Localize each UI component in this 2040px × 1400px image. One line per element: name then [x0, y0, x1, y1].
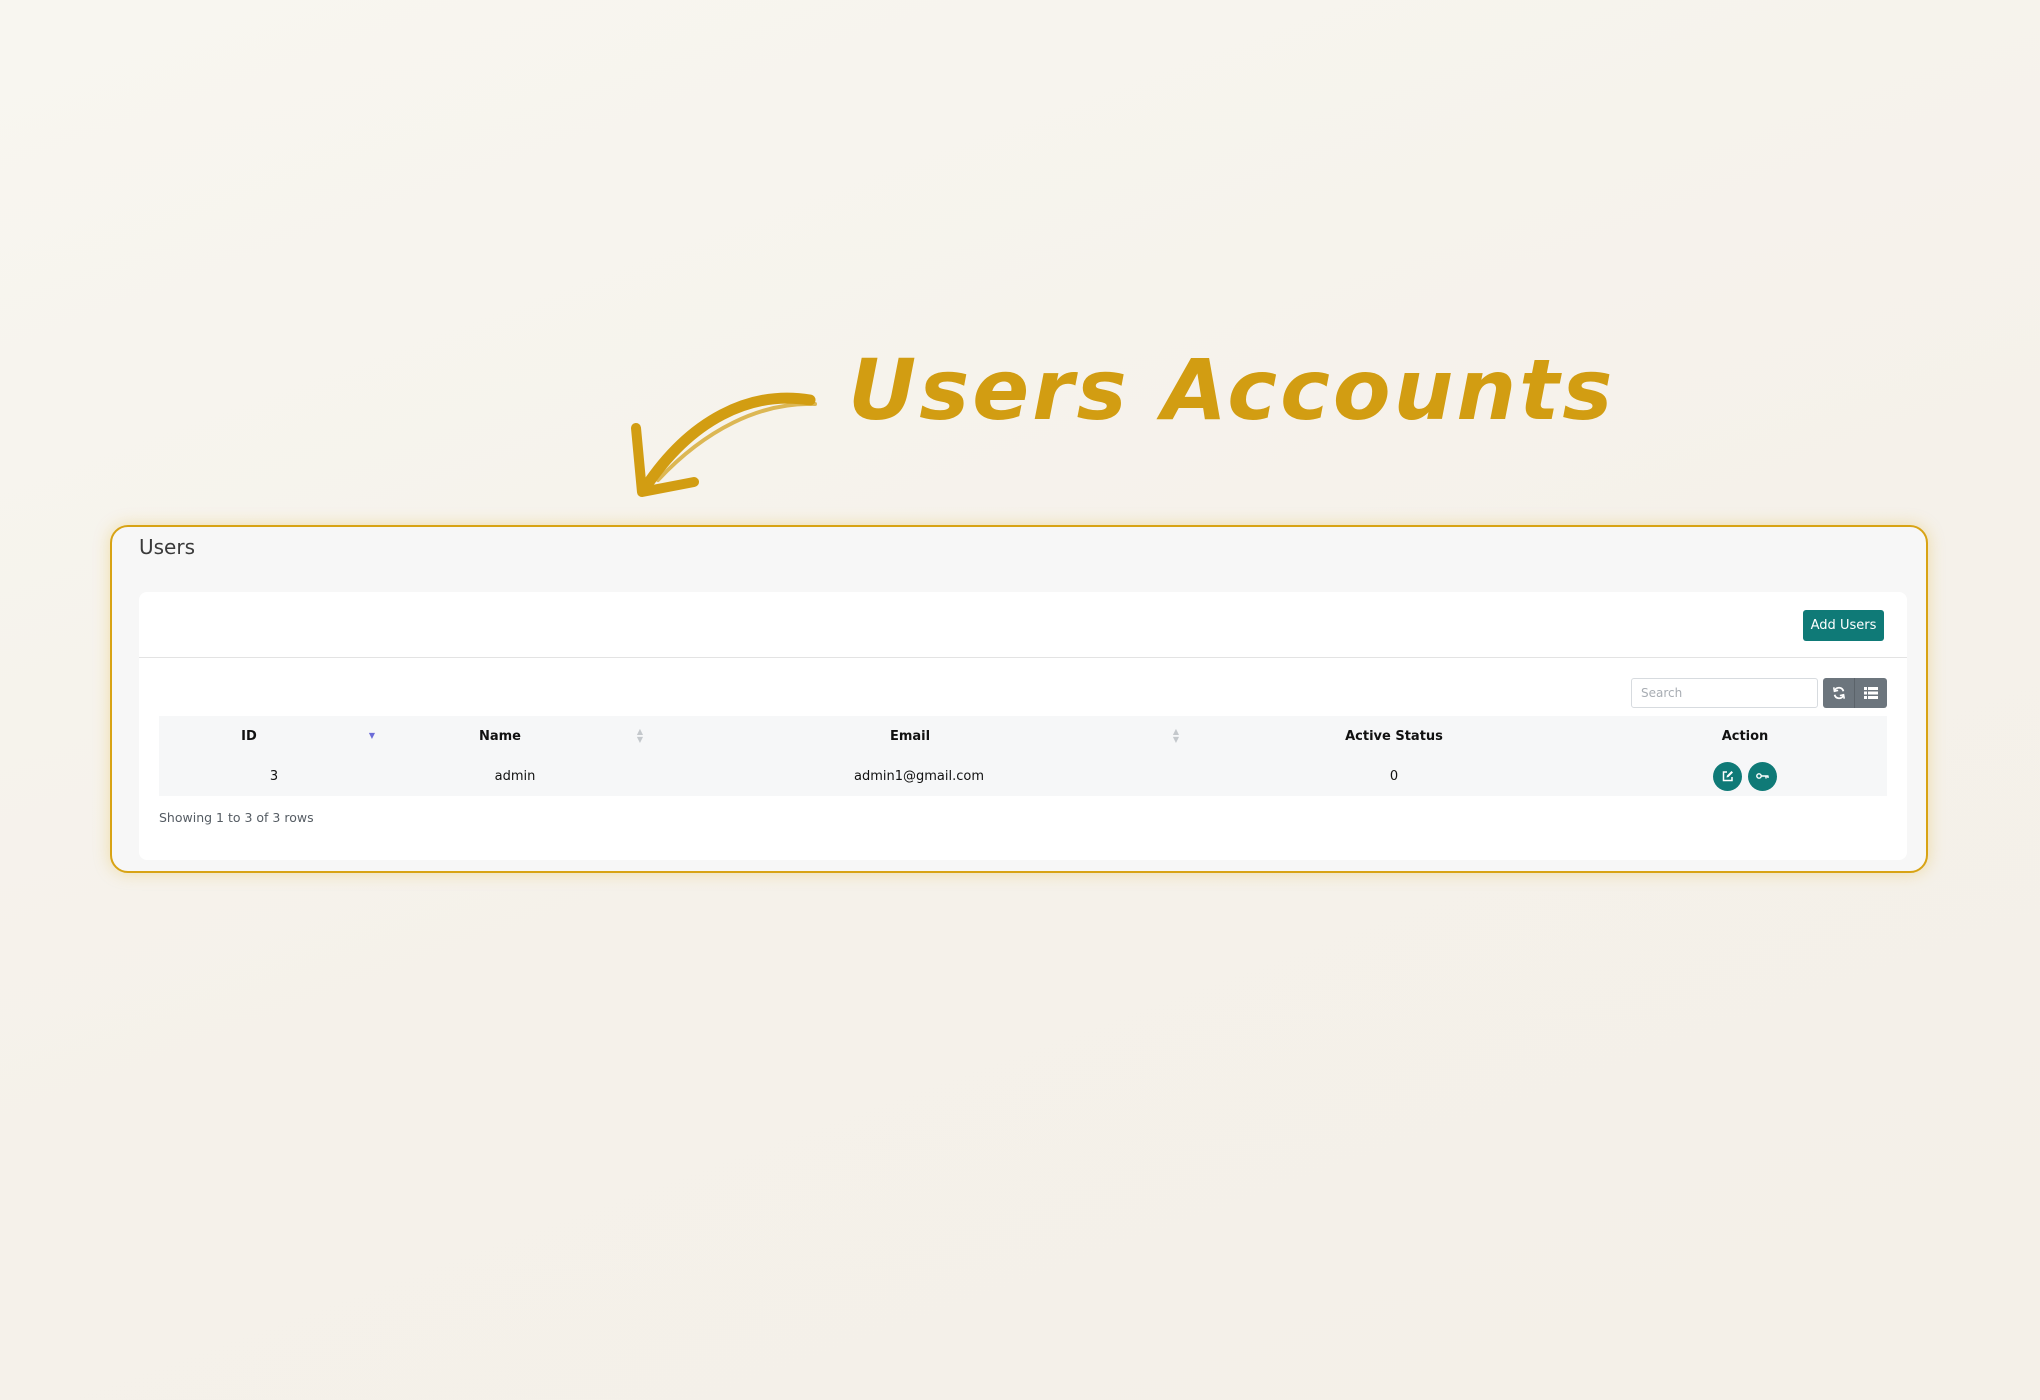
table-tools-group: [1823, 677, 1887, 708]
cell-id: 3: [269, 768, 279, 784]
sort-both-icon: ▲ ▼: [1172, 727, 1179, 744]
table-row: 3 admin admin1@gmail.com 0: [159, 756, 1887, 796]
column-header-id[interactable]: ID ▼: [159, 716, 377, 756]
row-actions: [1603, 756, 1887, 796]
columns-toggle-button[interactable]: [1855, 677, 1887, 708]
cell-name: admin: [494, 768, 536, 784]
add-users-button[interactable]: Add Users: [1803, 610, 1884, 641]
column-header-label: Email: [889, 728, 931, 744]
column-header-email[interactable]: Email ▲ ▼: [653, 716, 1185, 756]
list-icon: [1864, 686, 1878, 699]
users-table-wrapper: ID ▼ Name ▲ ▼ Email ▲ ▼ Active Status Ac…: [159, 716, 1887, 796]
users-table: ID ▼ Name ▲ ▼ Email ▲ ▼ Active Status Ac…: [159, 716, 1887, 796]
column-header-action: Action: [1603, 716, 1887, 756]
cell-active-status: 0: [1389, 768, 1399, 784]
column-header-label: Active Status: [1345, 728, 1443, 744]
users-card: Add Users Search ID ▼ Name ▲ ▼ Email ▲ ▼…: [139, 592, 1907, 860]
cell-email: admin1@gmail.com: [853, 768, 984, 784]
sort-desc-icon: ▼: [368, 731, 375, 740]
column-header-label: Action: [1721, 728, 1769, 744]
cell-action: [1603, 756, 1887, 796]
column-header-name[interactable]: Name ▲ ▼: [377, 716, 653, 756]
annotation-title: Users Accounts: [848, 341, 1616, 439]
card-header: Add Users: [139, 592, 1907, 658]
table-header-row: ID ▼ Name ▲ ▼ Email ▲ ▼ Active Status Ac…: [159, 716, 1887, 756]
column-header-label: Name: [478, 728, 521, 744]
refresh-button[interactable]: [1823, 677, 1855, 708]
column-header-label: ID: [241, 728, 257, 744]
refresh-icon: [1832, 686, 1845, 699]
reset-password-button[interactable]: [1748, 761, 1777, 791]
edit-icon: [1722, 771, 1733, 782]
annotation-arrow: [631, 392, 817, 497]
table-toolbar: [1631, 677, 1887, 708]
edit-button[interactable]: [1713, 761, 1742, 791]
column-header-active-status: Active Status: [1185, 716, 1603, 756]
users-panel: Users Add Users Search ID ▼ Name ▲ ▼ Ema…: [110, 525, 1928, 873]
sort-both-icon: ▲ ▼: [636, 727, 643, 744]
page-title: Users: [139, 535, 196, 559]
key-icon: [1756, 773, 1769, 779]
pagination-info: Showing 1 to 3 of 3 rows: [159, 810, 314, 825]
search-input[interactable]: [1631, 677, 1818, 708]
